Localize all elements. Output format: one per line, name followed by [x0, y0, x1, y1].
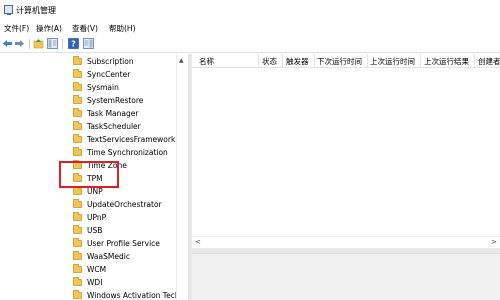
tree-item-windows-activation-tech[interactable]: Windows Activation Tech [73, 290, 177, 300]
folder-icon [73, 264, 82, 273]
show-hide-console-tree-icon[interactable] [47, 38, 58, 49]
folder-icon [73, 225, 82, 234]
tree-item-textservicesframework[interactable]: TextServicesFramework [73, 134, 183, 147]
menu-help[interactable]: 帮助(H) [109, 23, 136, 34]
tree-item-systemrestore[interactable]: SystemRestore [73, 95, 183, 108]
column-separator[interactable] [367, 54, 368, 68]
folder-icon [73, 56, 82, 65]
scroll-left-arrow-icon[interactable]: < [195, 238, 201, 246]
column-header-last-run-result[interactable]: 上次运行结果 [424, 56, 469, 67]
folder-icon [73, 290, 82, 299]
list-header: 名称 状态 触发器 下次运行时间 上次运行时间 上次运行结果 创建者 [192, 54, 500, 68]
folder-icon [73, 108, 82, 117]
folder-icon [73, 212, 82, 221]
tree-item-label: WCM [87, 265, 107, 274]
folder-icon [73, 199, 82, 208]
tree-item-label: WaaSMedic [87, 252, 130, 261]
column-separator[interactable] [420, 54, 421, 68]
tree-item-task-manager[interactable]: Task Manager [73, 108, 183, 121]
folder-icon [73, 277, 82, 286]
folder-icon [73, 121, 82, 130]
tree-item-label: Windows Activation Tech [87, 291, 177, 300]
task-list[interactable] [192, 68, 500, 196]
computer-management-icon [4, 5, 13, 15]
tree-item-sysmain[interactable]: Sysmain [73, 82, 183, 95]
tree-item-user-profile-service[interactable]: User Profile Service [73, 238, 183, 251]
tree-item-label: WDI [87, 278, 103, 287]
tree-item-subscription[interactable]: Subscription [73, 56, 183, 69]
folder-icon [73, 95, 82, 104]
title-bar: 计算机管理 [0, 0, 500, 21]
tree-item-upnp[interactable]: UPnP [73, 212, 183, 225]
tree-item-label: UpdateOrchestrator [87, 200, 162, 209]
column-header-author[interactable]: 创建者 [478, 56, 500, 67]
folder-icon [73, 238, 82, 247]
list-horizontal-scrollbar[interactable]: < > [192, 236, 500, 248]
column-separator[interactable] [474, 54, 475, 68]
tree-item-wdi[interactable]: WDI [73, 277, 183, 290]
menu-action[interactable]: 操作(A) [36, 23, 62, 34]
menu-bar: 文件(F) 操作(A) 查看(V) 帮助(H) [0, 21, 500, 35]
folder-up-icon[interactable] [33, 38, 44, 49]
tree-item-label: SyncCenter [87, 70, 131, 79]
column-header-status[interactable]: 状态 [262, 56, 277, 67]
column-separator[interactable] [314, 54, 315, 68]
tree-item-label: User Profile Service [87, 239, 160, 248]
toolbar-separator [29, 39, 30, 49]
tree-item-synccenter[interactable]: SyncCenter [73, 69, 183, 82]
details-pane: 名称 状态 触发器 下次运行时间 上次运行时间 上次运行结果 创建者 < > [192, 54, 500, 300]
tree-item-wcm[interactable]: WCM [73, 264, 183, 277]
menu-view[interactable]: 查看(V) [72, 23, 98, 34]
tree-item-waasmedic[interactable]: WaaSMedic [73, 251, 183, 264]
tree-item-time-synchronization[interactable]: Time Synchronization [73, 147, 183, 160]
column-header-next-run-time[interactable]: 下次运行时间 [317, 56, 362, 67]
folder-icon [73, 251, 82, 260]
folder-icon [73, 147, 82, 156]
column-header-name[interactable]: 名称 [199, 56, 214, 67]
help-icon[interactable]: ? [68, 38, 79, 49]
tree-vertical-scrollbar[interactable]: ▲ [176, 54, 188, 300]
tree-item-label: UPnP [87, 213, 107, 222]
tree-item-label: TextServicesFramework [87, 135, 176, 144]
tree-item-label: USB [87, 226, 103, 235]
folder-icon [73, 69, 82, 78]
svg-text:?: ? [71, 40, 76, 49]
tree-item-label: Task Manager [87, 109, 139, 118]
action-pane-icon[interactable] [83, 38, 94, 49]
toolbar-separator [62, 39, 63, 49]
tree-item-label: Time Synchronization [87, 148, 168, 157]
forward-arrow-icon[interactable] [14, 38, 25, 49]
toolbar: ? [0, 36, 500, 53]
column-header-triggers[interactable]: 触发器 [286, 56, 309, 67]
window-title: 计算机管理 [16, 6, 56, 15]
folder-icon [73, 134, 82, 143]
tree-item-updateorchestrator[interactable]: UpdateOrchestrator [73, 199, 183, 212]
tree-item-label: TaskScheduler [87, 122, 141, 131]
highlight-annotation [59, 161, 119, 188]
back-arrow-icon[interactable] [2, 38, 13, 49]
tree-item-taskscheduler[interactable]: TaskScheduler [73, 121, 183, 134]
tree-item-usb[interactable]: USB [73, 225, 183, 238]
tree-item-label: Sysmain [87, 83, 119, 92]
tree-item-label: SystemRestore [87, 96, 144, 105]
column-header-last-run-time[interactable]: 上次运行时间 [370, 56, 415, 67]
folder-icon [73, 186, 82, 195]
folder-icon [73, 82, 82, 91]
scrollbar-thumb[interactable] [179, 68, 186, 298]
scroll-right-arrow-icon[interactable]: > [491, 238, 497, 246]
tree-item-label: Subscription [87, 57, 134, 66]
menu-file[interactable]: 文件(F) [4, 23, 29, 34]
task-detail-pane [192, 253, 500, 300]
column-separator[interactable] [258, 54, 259, 68]
scroll-up-arrow-icon[interactable]: ▲ [179, 57, 184, 64]
column-separator[interactable] [282, 54, 283, 68]
